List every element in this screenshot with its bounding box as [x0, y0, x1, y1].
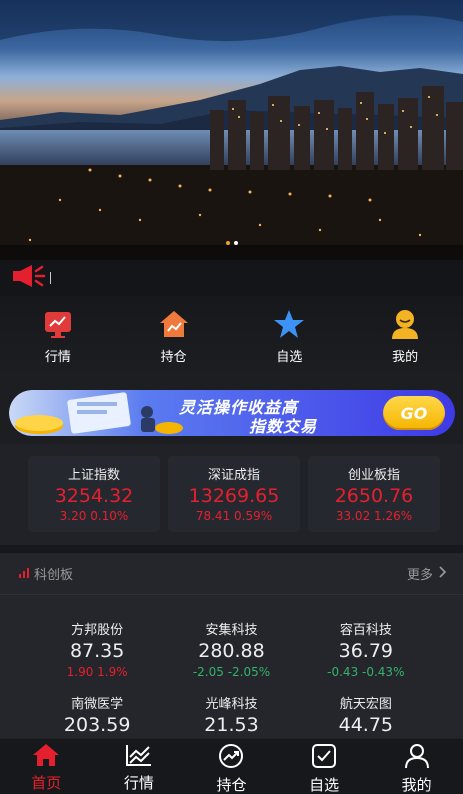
stock-name: 航天宏图 [339, 697, 392, 712]
stock-price: 36.79 [338, 640, 394, 662]
carousel-dot[interactable] [234, 241, 238, 245]
stock-price: 21.53 [204, 714, 259, 736]
index-value: 2650.76 [334, 485, 414, 507]
quicknav-label: 自选 [276, 350, 303, 365]
user-icon [389, 308, 421, 340]
tab-watchlist[interactable]: 自选 [278, 739, 371, 794]
promo-subline: 指数交易 [249, 417, 318, 436]
stock-name: 容百科技 [339, 623, 392, 638]
tab-label: 自选 [309, 776, 340, 794]
quicknav-item-holdings[interactable]: 持仓 [116, 296, 232, 380]
holdings-house-icon [158, 308, 190, 340]
tab-market[interactable]: 行情 [93, 739, 186, 794]
holdings-gauge-icon [217, 743, 245, 773]
promo-section: 灵活操作收益高 指数交易 GO [0, 380, 463, 444]
megaphone-icon [12, 263, 46, 293]
tab-label: 行情 [123, 774, 154, 792]
notice-cursor [50, 272, 51, 284]
carousel-dot[interactable] [226, 241, 230, 245]
stock-item[interactable]: 方邦股份 87.35 1.90 1.9% [30, 619, 164, 679]
city-night-image [0, 0, 463, 260]
stock-item[interactable]: 南微医学 203.59 [30, 693, 164, 739]
star-market-title: 科创板 [34, 568, 74, 583]
star-stock-grid: 方邦股份 87.35 1.90 1.9% 安集科技 280.88 -2.05 -… [0, 595, 463, 739]
stock-change: 1.90 1.9% [66, 665, 128, 679]
index-change: 3.20 0.10% [59, 509, 129, 523]
notice-bar[interactable] [0, 260, 463, 296]
quicknav-item-market[interactable]: 行情 [0, 296, 116, 380]
trend-chart-icon [125, 743, 153, 771]
index-change: 78.41 0.59% [195, 509, 273, 523]
tab-label: 我的 [401, 776, 432, 794]
quicknav-label: 行情 [44, 350, 71, 365]
stock-price: 280.88 [198, 640, 265, 662]
checkbox-icon [311, 743, 337, 773]
stock-price: 44.75 [338, 714, 394, 736]
stock-item[interactable]: 航天宏图 44.75 [299, 693, 433, 739]
quick-nav: 行情 持仓 自选 我的 [0, 296, 463, 380]
quicknav-item-watchlist[interactable]: 自选 [232, 296, 348, 380]
tab-home[interactable]: 首页 [0, 739, 93, 794]
index-card[interactable]: 深证成指 13269.65 78.41 0.59% [168, 456, 300, 532]
index-change: 33.02 1.26% [335, 509, 413, 523]
promo-go-button[interactable]: GO [383, 396, 445, 430]
section-divider [0, 545, 463, 553]
bar-chart-icon [18, 564, 30, 583]
promo-banner[interactable]: 灵活操作收益高 指数交易 GO [9, 390, 455, 436]
stock-name: 光峰科技 [205, 697, 258, 712]
index-name: 上证指数 [67, 468, 120, 483]
banner-carousel[interactable] [0, 0, 463, 260]
carousel-dots [226, 241, 238, 245]
stock-item[interactable]: 容百科技 36.79 -0.43 -0.43% [299, 619, 433, 679]
quicknav-label: 持仓 [160, 350, 187, 365]
stock-price: 203.59 [63, 714, 131, 736]
tab-holdings[interactable]: 持仓 [185, 739, 278, 794]
index-name: 深证成指 [207, 468, 260, 483]
stock-change: -0.43 -0.43% [327, 665, 405, 679]
home-icon [32, 743, 60, 771]
stock-name: 方邦股份 [71, 623, 124, 638]
tab-label: 持仓 [216, 776, 247, 794]
bottom-tab-bar: 首页 行情 持仓 自选 我的 [0, 738, 463, 794]
star-icon [273, 308, 305, 340]
user-icon [404, 743, 430, 773]
index-card[interactable]: 上证指数 3254.32 3.20 0.10% [28, 456, 160, 532]
chevron-right-icon [439, 565, 447, 582]
stock-name: 南微医学 [71, 697, 124, 712]
market-chart-icon [42, 308, 74, 340]
stock-item[interactable]: 光峰科技 21.53 [164, 693, 298, 739]
stock-item[interactable]: 安集科技 280.88 -2.05 -2.05% [164, 619, 298, 679]
stock-name: 安集科技 [205, 623, 258, 638]
stock-price: 87.35 [69, 640, 125, 662]
more-link[interactable]: 更多 [407, 564, 447, 583]
index-value: 3254.32 [54, 485, 134, 507]
quicknav-label: 我的 [392, 350, 419, 365]
star-market-section: 科创板 更多 方邦股份 87.35 1.90 1.9% 安集科技 280.88 … [0, 553, 463, 738]
tab-mine[interactable]: 我的 [370, 739, 463, 794]
index-value: 13269.65 [188, 485, 280, 507]
index-card[interactable]: 创业板指 2650.76 33.02 1.26% [308, 456, 440, 532]
index-name: 创业板指 [347, 468, 400, 483]
index-cards: 上证指数 3254.32 3.20 0.10% 深证成指 13269.65 78… [0, 444, 463, 545]
more-label: 更多 [406, 568, 433, 583]
quicknav-item-mine[interactable]: 我的 [347, 296, 463, 380]
stock-change: -2.05 -2.05% [192, 665, 271, 679]
star-market-header: 科创板 更多 [0, 553, 463, 595]
tab-label: 首页 [31, 774, 62, 792]
